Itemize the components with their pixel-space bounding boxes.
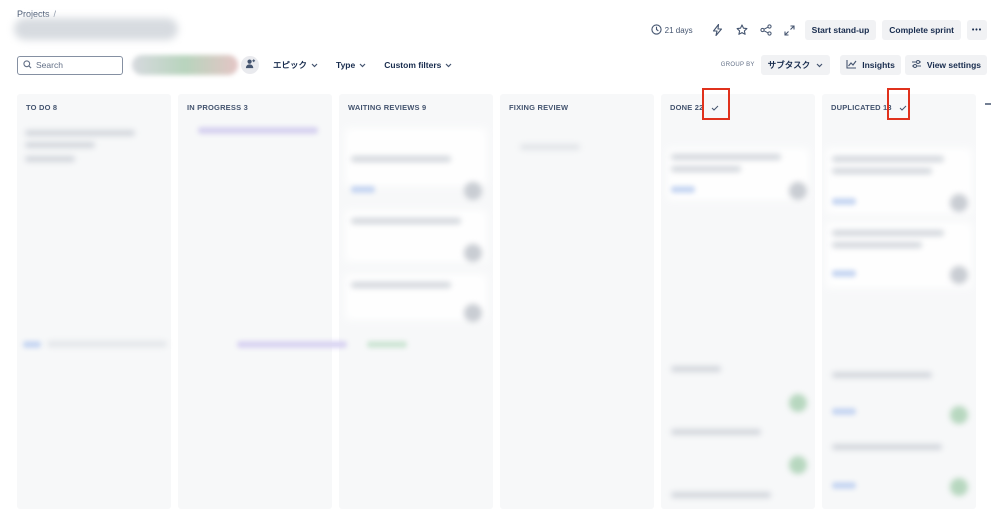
search-input[interactable]: Search — [17, 55, 123, 75]
sprint-days-remaining[interactable]: 21 days — [651, 23, 693, 37]
annotation-highlight-duplicated — [887, 88, 910, 120]
type-filter-label: Type — [336, 60, 356, 70]
star-icon[interactable] — [733, 21, 751, 39]
column-title: DUPLICATED 13 — [831, 103, 892, 112]
chevron-down-icon — [816, 60, 823, 70]
more-actions-button[interactable]: ••• — [967, 20, 987, 40]
column-header[interactable]: TO DO 8 — [17, 94, 171, 121]
chart-line-icon — [846, 59, 857, 71]
insights-label: Insights — [862, 60, 895, 70]
column-title: FIXING REVIEW — [509, 103, 569, 112]
board-column-duplicated: DUPLICATED 13 — [822, 94, 976, 509]
sliders-icon — [911, 59, 922, 71]
assignee-avatars-redacted[interactable] — [132, 55, 238, 75]
column-header[interactable]: IN PROGRESS 3 — [178, 94, 332, 121]
epic-filter-dropdown[interactable]: エピック — [273, 59, 318, 71]
page-title-redacted — [14, 18, 178, 40]
type-filter-dropdown[interactable]: Type — [336, 60, 366, 70]
annotation-highlight-done — [702, 88, 730, 120]
view-settings-label: View settings — [926, 60, 981, 70]
swimlane-header-redacted[interactable] — [17, 333, 417, 357]
add-people-button[interactable] — [241, 56, 259, 74]
share-icon[interactable] — [757, 21, 775, 39]
group-by-dropdown[interactable]: サブタスク — [760, 55, 831, 75]
column-title: IN PROGRESS 3 — [187, 103, 248, 112]
column-header[interactable]: FIXING REVIEW — [500, 94, 654, 121]
fullscreen-icon[interactable] — [781, 21, 799, 39]
column-header[interactable]: DONE 22 — [661, 94, 815, 121]
epic-filter-label: エピック — [273, 60, 308, 70]
sprint-days-label: 21 days — [664, 25, 693, 35]
board-scroll-edge[interactable] — [985, 94, 991, 105]
custom-filters-dropdown[interactable]: Custom filters — [384, 60, 452, 70]
add-person-icon — [245, 56, 256, 74]
automation-lightning-icon[interactable] — [709, 21, 727, 39]
header-actions: 21 days Start stand-up Complete sprint •… — [651, 20, 987, 40]
board-column-done: DONE 22 — [661, 94, 815, 509]
column-title: TO DO 8 — [26, 103, 58, 112]
column-title: WAITING REVIEWS 9 — [348, 103, 427, 112]
view-settings-button[interactable]: View settings — [904, 55, 987, 75]
clock-icon — [651, 23, 662, 37]
chevron-down-icon — [311, 60, 318, 70]
group-by-label: GROUP BY — [720, 62, 755, 68]
board-column-in-progress: IN PROGRESS 3 — [178, 94, 332, 509]
board-column-fixing-review: FIXING REVIEW — [500, 94, 654, 509]
board-toolbar: Search エピック Type Custom filters GROUP BY… — [17, 55, 987, 75]
more-icon: ••• — [971, 26, 983, 34]
custom-filters-label: Custom filters — [384, 60, 442, 70]
search-icon — [23, 59, 32, 71]
column-title: DONE 22 — [670, 103, 704, 112]
chevron-down-icon — [359, 60, 366, 70]
search-placeholder: Search — [36, 60, 63, 70]
insights-button[interactable]: Insights — [840, 55, 901, 75]
group-by-value: サブタスク — [767, 60, 811, 70]
column-header[interactable]: WAITING REVIEWS 9 — [339, 94, 493, 121]
start-standup-button[interactable]: Start stand-up — [804, 20, 877, 40]
chevron-down-icon — [445, 60, 452, 70]
board-column-todo: TO DO 8 — [17, 94, 171, 509]
board-column-waiting-reviews: WAITING REVIEWS 9 — [339, 94, 493, 509]
complete-sprint-button[interactable]: Complete sprint — [882, 20, 961, 40]
